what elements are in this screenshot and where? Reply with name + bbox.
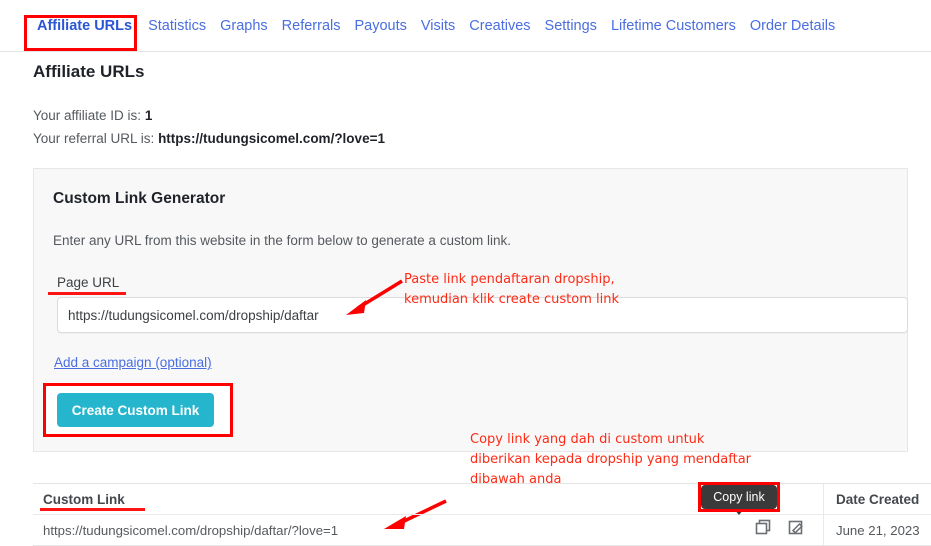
annotation-note-1: Paste link pendaftaran dropship, kemudia…: [404, 272, 619, 307]
create-custom-link-button[interactable]: Create Custom Link: [57, 393, 214, 427]
affiliate-id-value: 1: [144, 108, 153, 123]
page-title: Affiliate URLs: [33, 62, 145, 81]
tooltip-highlight-box: [698, 482, 780, 512]
generator-description: Enter any URL from this website in the f…: [53, 233, 511, 248]
column-header-date-created: Date Created: [823, 483, 931, 515]
affiliate-urls-page: Affiliate URLs Statistics Graphs Referra…: [0, 0, 931, 546]
tab-visits[interactable]: Visits: [421, 16, 455, 36]
affiliate-id-label: Your affiliate ID is:: [33, 108, 142, 123]
referral-url-label: Your referral URL is:: [33, 131, 155, 146]
cell-date-created: June 21, 2023: [823, 514, 931, 546]
column-header-custom-link: Custom Link: [43, 491, 125, 507]
tab-statistics[interactable]: Statistics: [148, 16, 206, 36]
copy-icon[interactable]: [755, 519, 772, 541]
cell-custom-link: https://tudungsicomel.com/dropship/dafta…: [43, 522, 339, 538]
tab-order-details[interactable]: Order Details: [750, 16, 835, 36]
tab-lifetime-customers[interactable]: Lifetime Customers: [611, 16, 736, 36]
custom-links-table: Custom Link Date Created https://tudungs…: [33, 483, 931, 546]
add-campaign-link[interactable]: Add a campaign (optional): [54, 355, 212, 370]
tab-graphs[interactable]: Graphs: [220, 16, 268, 36]
annotation-note-2: Copy link yang dah di custom untuk diber…: [470, 432, 752, 487]
referral-url-value: https://tudungsicomel.com/?love=1: [158, 131, 385, 146]
main-tab-bar: Affiliate URLs Statistics Graphs Referra…: [0, 0, 931, 52]
page-url-label-underline: [48, 292, 126, 295]
referral-url-line: Your referral URL is: https://tudungsico…: [33, 131, 385, 146]
edit-icon[interactable]: [788, 519, 805, 541]
page-url-label: Page URL: [57, 275, 120, 290]
table-header-row: Custom Link Date Created: [33, 483, 931, 515]
tab-payouts[interactable]: Payouts: [354, 16, 406, 36]
cell-actions: [723, 519, 823, 541]
tab-referrals[interactable]: Referrals: [282, 16, 341, 36]
table-row: https://tudungsicomel.com/dropship/dafta…: [33, 514, 931, 546]
tab-settings[interactable]: Settings: [545, 16, 597, 36]
generator-title: Custom Link Generator: [53, 190, 226, 207]
affiliate-id-line: Your affiliate ID is: 1: [33, 108, 152, 123]
tab-affiliate-urls[interactable]: Affiliate URLs: [37, 16, 132, 36]
custom-link-header-underline: [40, 508, 145, 511]
tab-creatives[interactable]: Creatives: [469, 16, 530, 36]
